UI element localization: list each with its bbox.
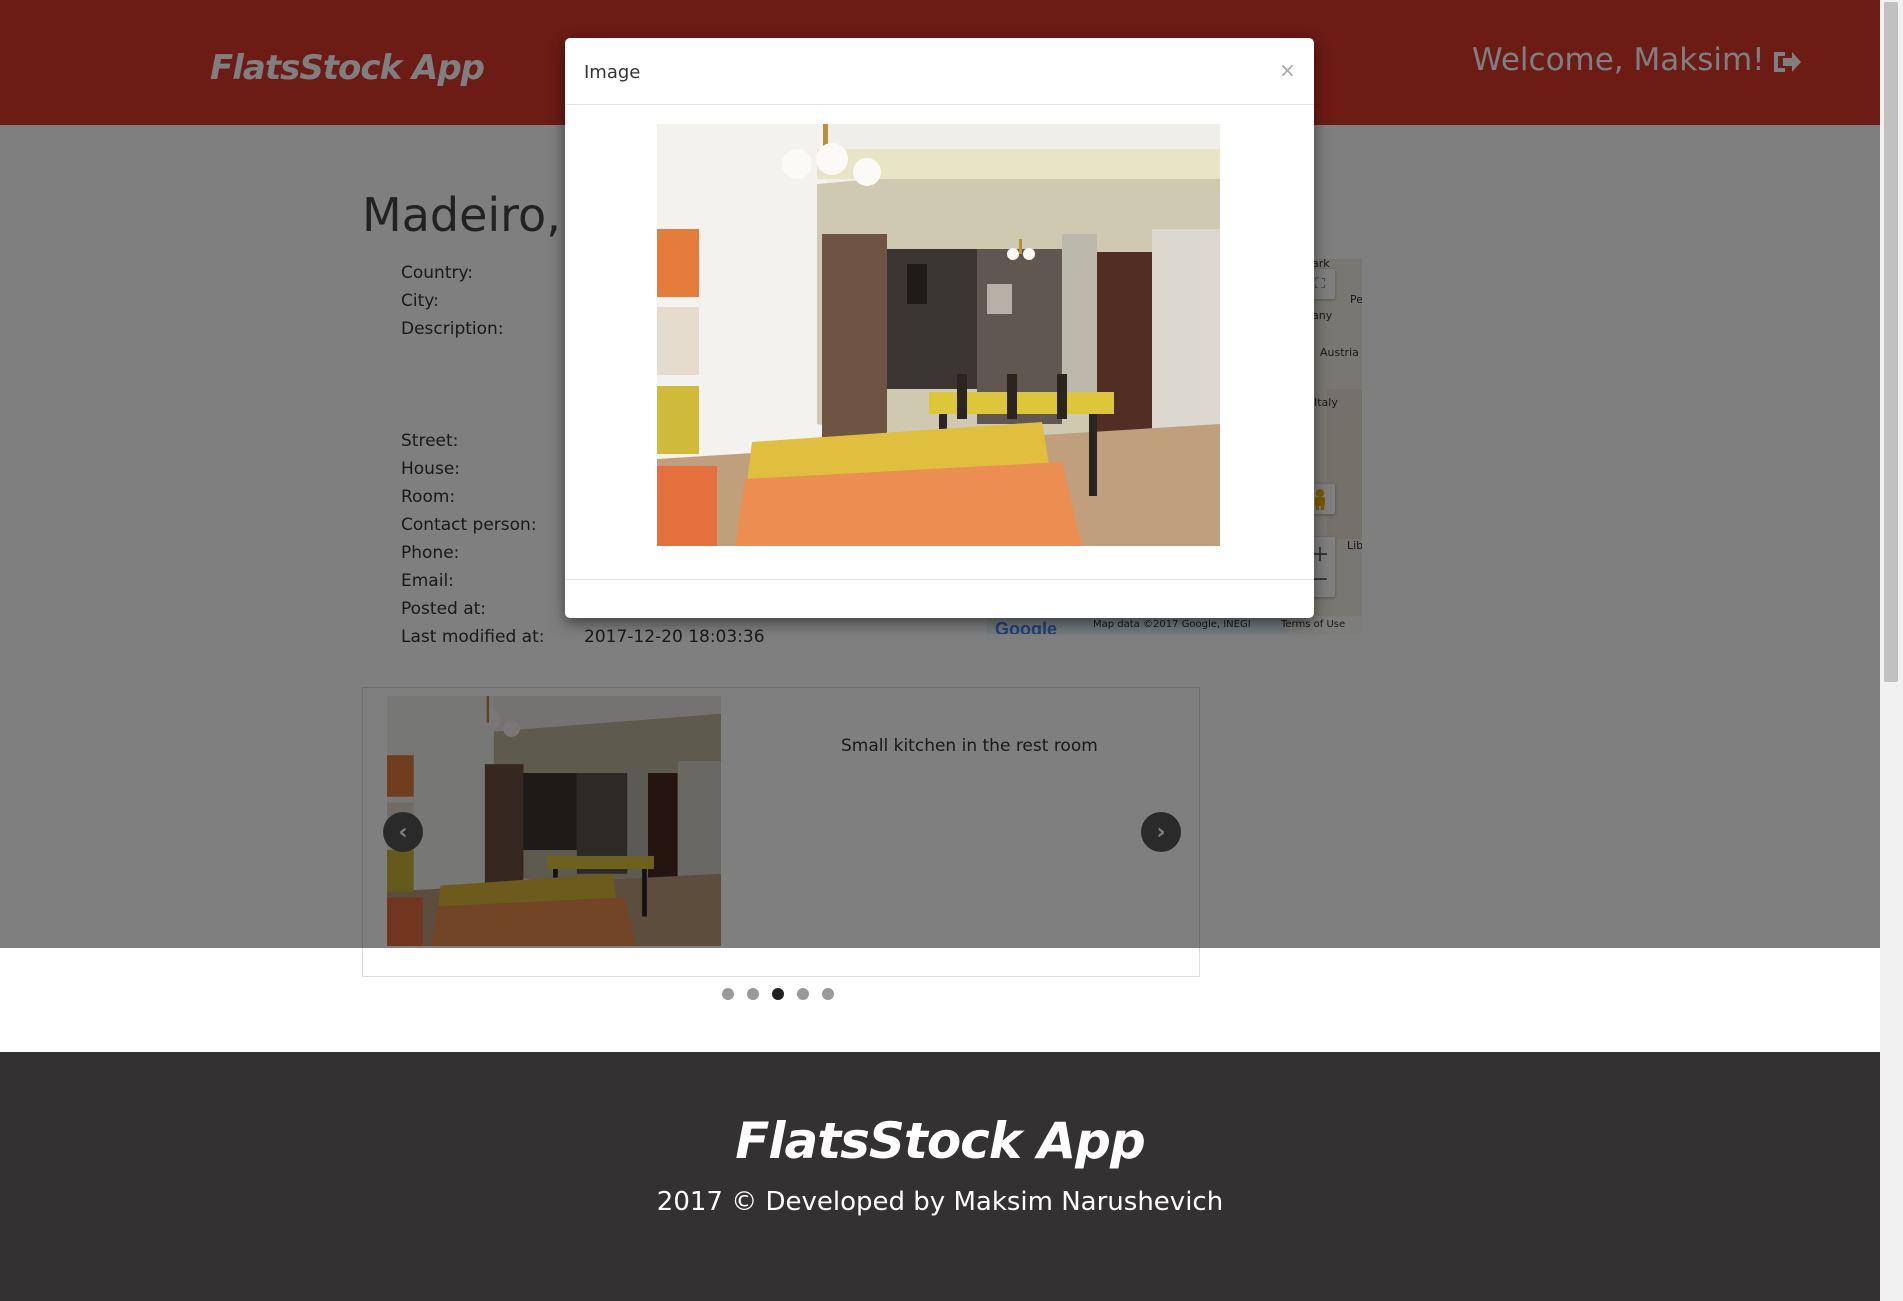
modal-footer-divider <box>565 579 1314 580</box>
carousel-dot[interactable] <box>797 988 809 1000</box>
carousel-dot[interactable] <box>722 988 734 1000</box>
carousel-dot[interactable] <box>747 988 759 1000</box>
carousel-indicators <box>722 988 834 1000</box>
page-scrollbar[interactable] <box>1880 0 1903 1301</box>
footer-brand: FlatsStock App <box>735 1112 1146 1170</box>
carousel-dot-active[interactable] <box>772 988 784 1000</box>
carousel-dot[interactable] <box>822 988 834 1000</box>
page-footer: FlatsStock App 2017 © Developed by Maksi… <box>0 1052 1880 1301</box>
modal-header-divider <box>565 104 1314 105</box>
modal-title: Image <box>584 62 641 83</box>
footer-copyright: 2017 © Developed by Maksim Narushevich <box>656 1187 1224 1217</box>
room-photo <box>657 124 1220 546</box>
image-modal: Image × <box>565 38 1314 618</box>
scrollbar-thumb[interactable] <box>1884 2 1898 682</box>
modal-image <box>657 124 1220 546</box>
modal-close-button[interactable]: × <box>1279 58 1296 82</box>
